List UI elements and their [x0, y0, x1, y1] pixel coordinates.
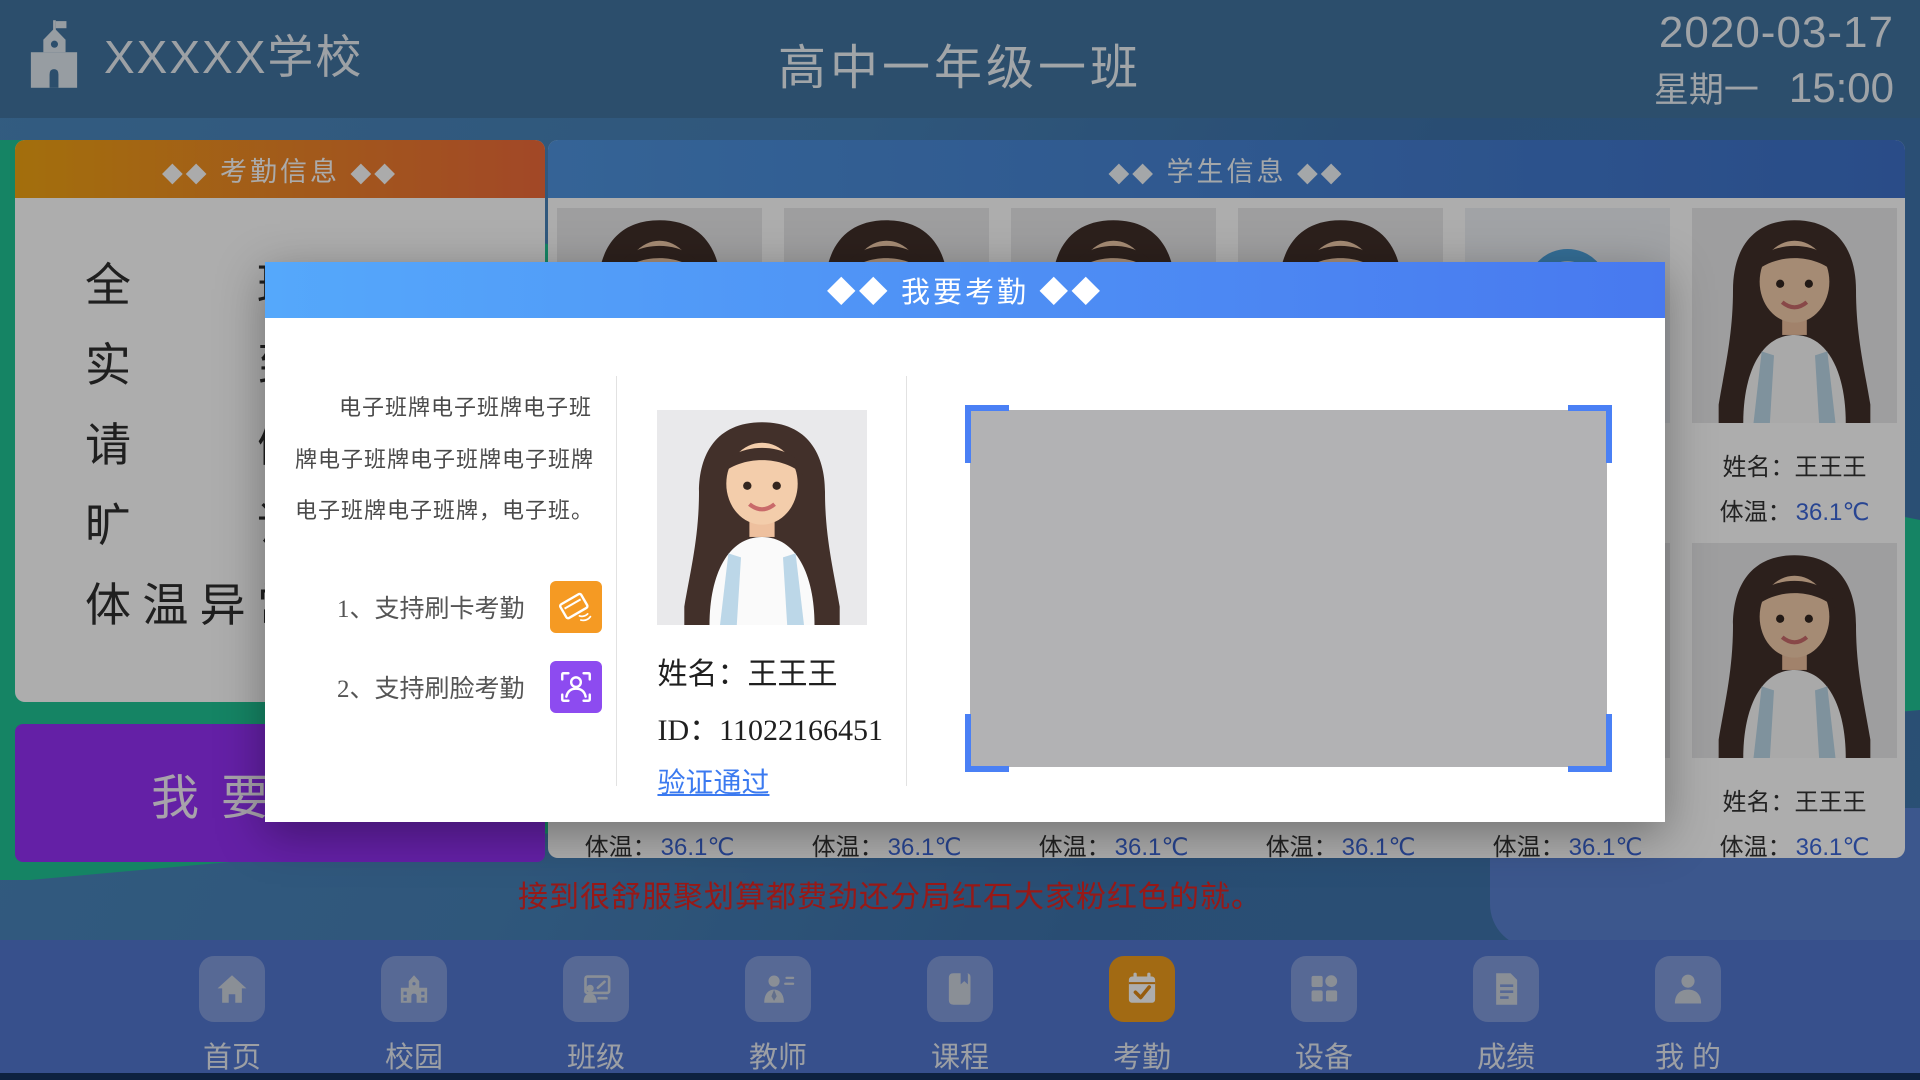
card-swipe-icon: [550, 581, 602, 633]
modal-student-name: 姓名：王王王: [657, 649, 906, 693]
modal-student-column: 姓名：王王王 ID：11022166451 验证通过: [617, 318, 906, 822]
viewport-corner-icon: [1568, 714, 1612, 772]
modal-description-column: 电子班牌电子班牌电子班牌电子班牌电子班牌电子班牌电子班牌电子班牌，电子班。 1、…: [265, 318, 616, 822]
viewport-corner-icon: [965, 714, 1009, 772]
modal-title: ◆◆ 我要考勤 ◆◆: [265, 262, 1665, 318]
viewport-corner-icon: [965, 405, 1009, 463]
modal-student-photo: [657, 410, 867, 625]
viewport-corner-icon: [1568, 405, 1612, 463]
feature-text: 2、支持刷脸考勤: [337, 669, 525, 705]
modal-body: 电子班牌电子班牌电子班牌电子班牌电子班牌电子班牌电子班牌电子班牌，电子班。 1、…: [265, 318, 1665, 822]
camera-viewport: [965, 405, 1612, 772]
modal-description: 电子班牌电子班牌电子班牌电子班牌电子班牌电子班牌电子班牌电子班牌，电子班。: [295, 382, 602, 537]
verify-status-link[interactable]: 验证通过: [657, 761, 769, 801]
feature-text: 1、支持刷卡考勤: [337, 589, 525, 625]
attendance-modal: ◆◆ 我要考勤 ◆◆ 电子班牌电子班牌电子班牌电子班牌电子班牌电子班牌电子班牌电…: [265, 262, 1665, 822]
modal-features: 1、支持刷卡考勤 2、支持刷脸考勤: [295, 575, 602, 719]
feature-row: 1、支持刷卡考勤: [295, 575, 602, 639]
modal-student-id: ID：11022166451: [657, 705, 906, 749]
feature-row: 2、支持刷脸考勤: [295, 655, 602, 719]
camera-feed-area: [970, 410, 1607, 767]
modal-camera-column: [907, 318, 1665, 822]
face-scan-icon: [550, 661, 602, 713]
